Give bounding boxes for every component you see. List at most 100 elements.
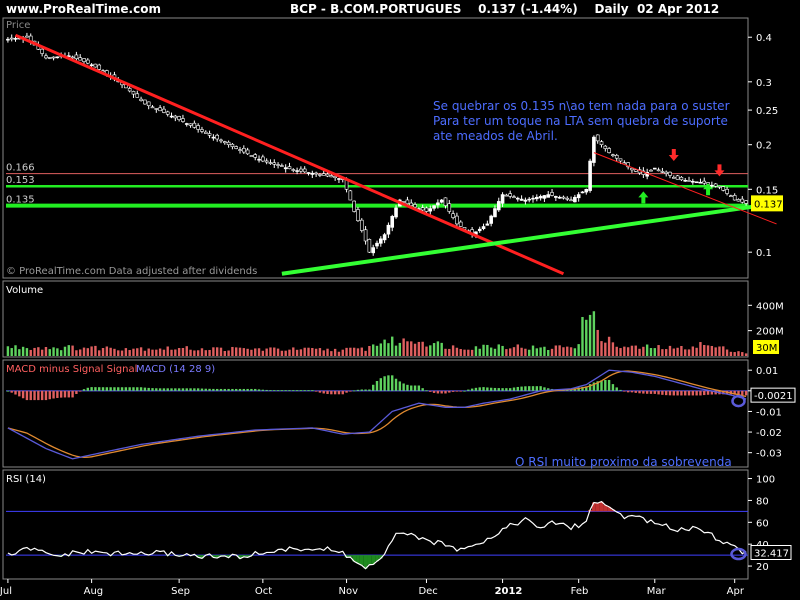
volume-bar [535,348,539,356]
volume-bar [448,348,451,356]
macd-histogram-bar [604,379,607,391]
volume-bar [254,348,257,356]
candle [504,194,509,197]
volume-bar [520,347,523,356]
volume-bar [539,347,542,356]
macd-histogram-bar [82,389,86,391]
macd-histogram-bar [493,387,497,391]
volume-bar [581,316,584,356]
volume-bar [37,347,40,356]
price-tick-label: 0.25 [756,106,778,117]
macd-histogram-bar [181,388,185,391]
volume-bar [379,343,383,356]
candle [184,123,189,125]
volume-bar [672,348,675,356]
candle [694,181,699,184]
candle [272,162,277,165]
candle [458,221,463,227]
macd-histogram-bar [212,388,215,391]
candle [264,160,269,163]
candle [725,189,729,194]
volume-bar [577,344,580,356]
macd-histogram-bar [238,388,242,391]
price-tick-label: 0.2 [756,141,772,152]
macd-histogram-bar [18,390,21,397]
x-tick-label: Jul [0,586,12,597]
volume-bar [193,350,196,356]
volume-bar [341,349,344,356]
macd-histogram-bar [505,388,508,391]
volume-bar [280,350,284,356]
macd-histogram-bar [280,390,284,391]
volume-bar [623,346,626,356]
candle [493,208,497,218]
macd-histogram-bar [90,387,93,391]
candle [394,207,398,218]
macd-histogram-bar [699,390,702,396]
volume-bar [18,349,21,356]
candle [337,178,341,180]
x-tick-label: Apr [727,586,745,597]
rsi-tick-label: 60 [756,518,769,529]
macd-histogram-bar [189,388,192,391]
macd-histogram-bar [162,388,166,391]
macd-histogram-bar [86,387,90,391]
volume-bar [212,347,215,356]
candle [607,148,611,153]
volume-bar [360,347,363,356]
volume-bar [649,348,653,356]
volume-bar [645,344,649,356]
volume-bar [322,350,325,356]
macd-histogram-bar [143,387,147,391]
macd-histogram-bar [124,387,128,391]
volume-bar [303,347,306,356]
candle [485,223,490,226]
candle [557,196,562,199]
candle [363,229,368,242]
volume-bar [261,350,265,356]
candle [554,196,558,198]
volume-bar [383,339,386,356]
x-tick-label: Oct [255,586,272,597]
macd-histogram-bar [535,386,539,391]
candle [86,59,90,64]
macd-histogram-bar [40,390,44,401]
macd-histogram-bar [638,390,641,394]
candle [245,149,250,155]
level-label: 0.166 [6,163,35,174]
macd-histogram-bar [79,390,82,392]
price-tick-label: 0.15 [756,185,778,196]
candle [268,162,273,164]
volume-bar [467,349,470,356]
candle [242,148,246,153]
candle [599,141,604,145]
volume-bar [295,349,299,356]
price-annotation-line: Se quebrar os 0.135 n\ao tem nada para o… [433,99,730,113]
candle [649,169,653,172]
macd-histogram-bar [607,379,611,391]
volume-bar [703,344,706,356]
candle [203,131,208,134]
candle [451,213,455,218]
volume-bar [562,347,565,356]
macd-histogram-bar [684,390,687,396]
price-tick-label: 0.4 [756,33,772,44]
volume-bar [79,349,82,356]
candle [390,216,395,228]
macd-histogram-bar [626,390,630,393]
macd-histogram-bar [497,388,500,391]
candle [78,57,82,61]
macd-histogram-bar [48,390,51,400]
macd-histogram-bar [379,378,383,391]
candle [436,202,440,206]
macd-histogram-bar [364,389,367,391]
macd-histogram-bar [436,390,440,394]
macd-histogram-bar [486,387,489,391]
macd-histogram-bar [250,388,253,391]
macd-histogram-bar [33,390,36,401]
candle [652,167,657,170]
macd-histogram-bar [139,387,143,391]
volume-bar [596,329,599,356]
macd-histogram-bar [120,387,124,391]
macd-histogram-bar [284,390,287,391]
